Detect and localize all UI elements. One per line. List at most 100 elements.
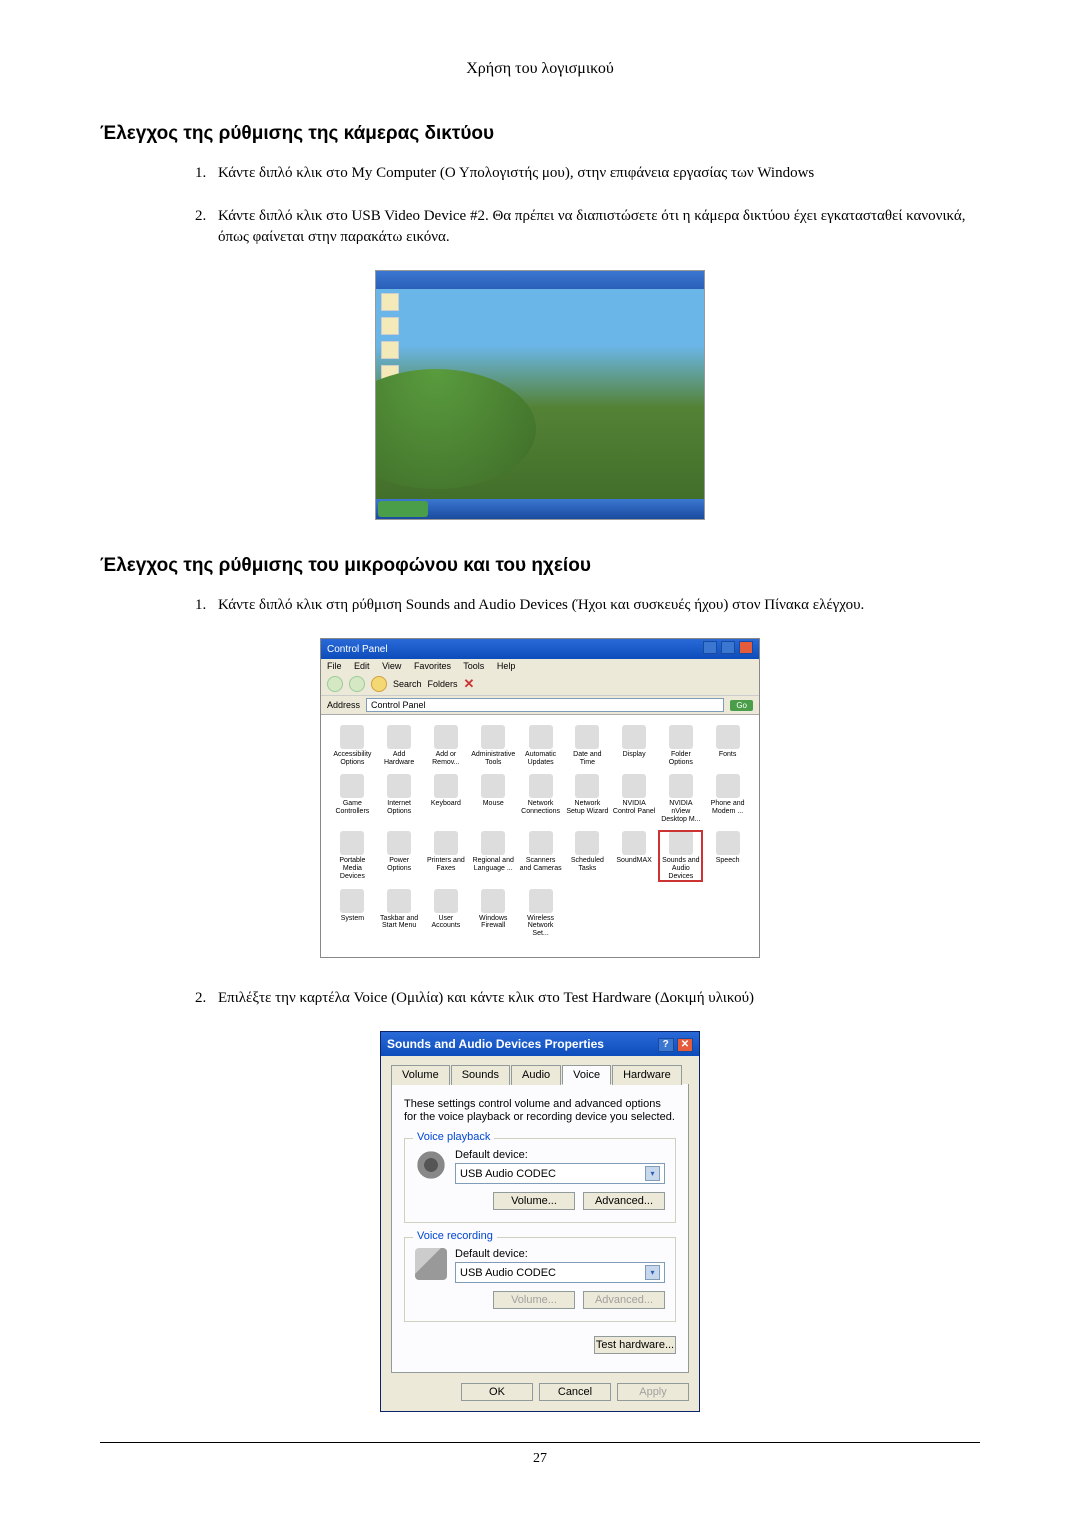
cp-item-label: User Accounts <box>425 915 468 930</box>
tab-volume: Volume <box>391 1065 450 1085</box>
cp-item-label: SoundMAX <box>613 857 656 865</box>
cp-item-icon <box>622 725 646 749</box>
help-icon: ? <box>658 1038 674 1052</box>
ok-button[interactable]: OK <box>461 1383 533 1401</box>
cp-item-label: Regional and Language ... <box>471 857 515 872</box>
tab-sounds: Sounds <box>451 1065 510 1085</box>
cp-item-label: Power Options <box>378 857 421 872</box>
voice-recording-group: Voice recording Default device: USB Audi… <box>404 1237 676 1322</box>
cp-item-icon <box>481 725 505 749</box>
cp-item-label: Scanners and Cameras <box>519 857 562 872</box>
desktop-icon <box>381 293 399 311</box>
cp-item: Keyboard <box>425 774 468 823</box>
cp-item: Fonts <box>706 725 749 766</box>
cp-item-label: Speech <box>706 857 749 865</box>
snd-window-title: Sounds and Audio Devices Properties <box>387 1037 604 1051</box>
test-hardware-button[interactable]: Test hardware... <box>594 1336 676 1354</box>
menu-tools: Tools <box>463 661 484 671</box>
cp-item-label: NVIDIA Control Panel <box>613 800 656 815</box>
cp-item: Mouse <box>471 774 515 823</box>
tab-voice: Voice <box>562 1065 611 1085</box>
cp-item-icon <box>481 889 505 913</box>
window-buttons: ? ✕ <box>658 1036 693 1052</box>
maximize-icon <box>721 641 735 654</box>
cp-item-label: Sounds and Audio Devices <box>659 857 702 880</box>
cp-item-icon <box>481 831 505 855</box>
cp-item-icon <box>387 889 411 913</box>
cp-item-label: Printers and Faxes <box>425 857 468 872</box>
apply-button: Apply <box>617 1383 689 1401</box>
cp-item-icon <box>481 774 505 798</box>
playback-advanced-button[interactable]: Advanced... <box>583 1192 665 1210</box>
page-number: 27 <box>100 1451 980 1467</box>
cp-item: NVIDIA nView Desktop M... <box>659 774 702 823</box>
cp-item-icon <box>340 831 364 855</box>
section1-step-2: Κάντε διπλό κλικ στο USB Video Device #2… <box>210 206 980 248</box>
cp-item: Power Options <box>378 831 421 880</box>
recording-volume-button: Volume... <box>493 1291 575 1309</box>
cp-item-label: Windows Firewall <box>471 915 515 930</box>
recording-device-select[interactable]: USB Audio CODEC ▾ <box>455 1262 665 1283</box>
menu-file: File <box>327 661 342 671</box>
cp-item-label: Network Setup Wizard <box>566 800 609 815</box>
tab-hardware: Hardware <box>612 1065 682 1085</box>
address-field: Control Panel <box>366 698 724 712</box>
cp-item-label: Add Hardware <box>378 751 421 766</box>
cp-item-label: Automatic Updates <box>519 751 562 766</box>
cp-item-label: Folder Options <box>659 751 702 766</box>
cp-item: System <box>331 889 374 938</box>
cp-toolbar: Search Folders ✕ <box>321 673 759 696</box>
cancel-button[interactable]: Cancel <box>539 1383 611 1401</box>
cp-item-label: Add or Remov... <box>425 751 468 766</box>
cp-item-icon <box>716 774 740 798</box>
recording-advanced-button: Advanced... <box>583 1291 665 1309</box>
cp-item-label: Administrative Tools <box>471 751 515 766</box>
forward-icon <box>349 676 365 692</box>
close-icon <box>739 641 753 654</box>
desktop-icon <box>381 317 399 335</box>
cp-item: Taskbar and Start Menu <box>378 889 421 938</box>
cp-item-label: Game Controllers <box>331 800 374 815</box>
cp-item: Network Setup Wizard <box>566 774 609 823</box>
cp-item-icon <box>575 831 599 855</box>
toolbar-search: Search <box>393 679 422 689</box>
cp-item: Phone and Modem ... <box>706 774 749 823</box>
section2-title: Έλεγχος της ρύθμισης του μικροφώνου και … <box>100 555 980 577</box>
cp-item-label: Internet Options <box>378 800 421 815</box>
address-label: Address <box>327 700 360 710</box>
snd-tabs: Volume Sounds Audio Voice Hardware <box>391 1064 689 1085</box>
cp-item: Sounds and Audio Devices <box>659 831 702 880</box>
screenshot-windows-desktop <box>375 270 705 520</box>
cp-item: Game Controllers <box>331 774 374 823</box>
menu-favorites: Favorites <box>414 661 451 671</box>
bliss-hill <box>375 369 536 489</box>
cp-item-icon <box>575 725 599 749</box>
cp-item-label: Phone and Modem ... <box>706 800 749 815</box>
recording-device-value: USB Audio CODEC <box>460 1267 556 1279</box>
section1-title: Έλεγχος της ρύθμισης της κάμερας δικτύου <box>100 123 980 145</box>
cp-item-icon <box>387 725 411 749</box>
page-rule <box>100 1442 980 1443</box>
playback-device-select[interactable]: USB Audio CODEC ▾ <box>455 1163 665 1184</box>
cp-item-icon <box>669 774 693 798</box>
snd-titlebar: Sounds and Audio Devices Properties ? ✕ <box>381 1032 699 1056</box>
cp-item-icon <box>575 774 599 798</box>
cp-item-label: Accessibility Options <box>331 751 374 766</box>
cp-window-title: Control Panel <box>327 644 388 655</box>
playback-default-label: Default device: <box>455 1149 665 1161</box>
screenshot-control-panel: Control Panel File Edit View Favorites T… <box>320 638 760 958</box>
cp-item: User Accounts <box>425 889 468 938</box>
section2-step-1: Κάντε διπλό κλικ στη ρύθμιση Sounds and … <box>210 595 980 616</box>
cp-item-icon <box>434 889 458 913</box>
cp-item-label: Taskbar and Start Menu <box>378 915 421 930</box>
cp-item: Automatic Updates <box>519 725 562 766</box>
snd-description: These settings control volume and advanc… <box>404 1098 676 1124</box>
cp-item: Internet Options <box>378 774 421 823</box>
explorer-titlebar <box>376 271 704 289</box>
cp-item: Display <box>613 725 656 766</box>
cp-item-icon <box>434 831 458 855</box>
cp-item: Date and Time <box>566 725 609 766</box>
cp-item: Accessibility Options <box>331 725 374 766</box>
playback-volume-button[interactable]: Volume... <box>493 1192 575 1210</box>
cp-item-label: Fonts <box>706 751 749 759</box>
